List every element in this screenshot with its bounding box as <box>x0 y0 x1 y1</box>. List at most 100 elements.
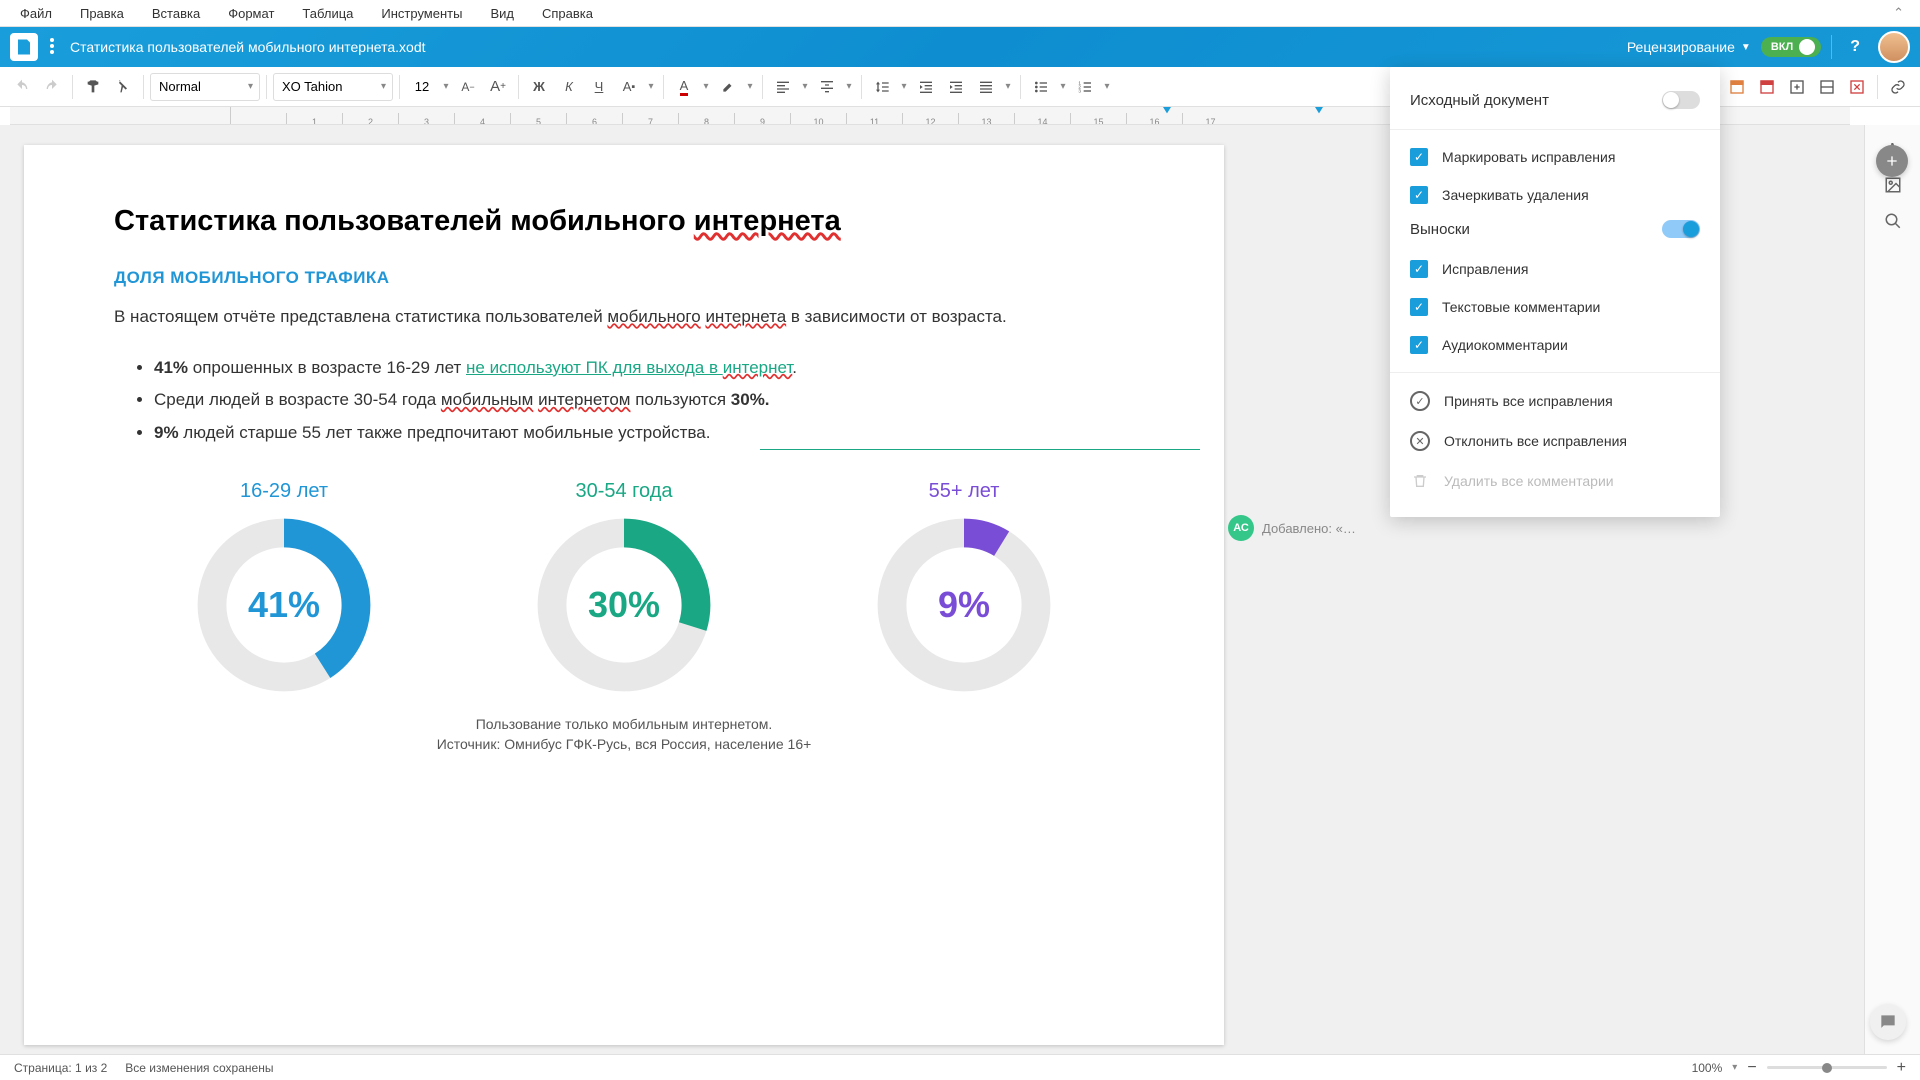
link-button[interactable] <box>1884 73 1912 101</box>
numbered-list-button[interactable]: 123 <box>1071 73 1099 101</box>
delete-table-button[interactable] <box>1843 73 1871 101</box>
indent-decrease-button[interactable] <box>912 73 940 101</box>
menu-file[interactable]: Файл <box>6 0 66 27</box>
expand-icon[interactable]: ⌃ <box>1883 5 1914 21</box>
review-label: Рецензирование <box>1627 39 1735 55</box>
zoom-in-button[interactable]: + <box>1897 1059 1906 1077</box>
underline-button[interactable]: Ч <box>585 73 613 101</box>
insert-cell-button[interactable] <box>1783 73 1811 101</box>
zoom-dropdown[interactable]: ▾ <box>1732 1062 1737 1073</box>
more-text-button[interactable]: A▪ <box>615 73 643 101</box>
list-item: 9% людей старше 55 лет также предпочитаю… <box>154 419 1134 448</box>
bullet-list-dropdown[interactable]: ▾ <box>1057 73 1069 101</box>
menu-view[interactable]: Вид <box>476 0 528 27</box>
fixes-option[interactable]: ✓ Исправления <box>1390 250 1720 288</box>
highlight-dropdown[interactable]: ▾ <box>744 73 756 101</box>
font-color-button[interactable]: A <box>670 73 698 101</box>
indent-marker-left[interactable] <box>1162 107 1172 115</box>
chat-fab[interactable] <box>1870 1004 1906 1040</box>
check-circle-icon: ✓ <box>1410 391 1430 411</box>
font-size-input[interactable]: 12 <box>406 79 438 94</box>
numbered-list-dropdown[interactable]: ▾ <box>1101 73 1113 101</box>
line-spacing-dropdown[interactable]: ▾ <box>898 73 910 101</box>
table-style2-button[interactable] <box>1753 73 1781 101</box>
more-text-dropdown[interactable]: ▾ <box>645 73 657 101</box>
original-doc-toggle[interactable] <box>1662 91 1700 109</box>
comment-callout[interactable]: АС Добавлено: «… <box>1228 515 1356 541</box>
paragraph-dropdown[interactable]: ▾ <box>1002 73 1014 101</box>
menu-table[interactable]: Таблица <box>288 0 367 27</box>
chart-label: 30-54 года <box>504 480 744 503</box>
font-color-dropdown[interactable]: ▾ <box>700 73 712 101</box>
callouts-toggle[interactable] <box>1662 220 1700 238</box>
font-size-dropdown[interactable]: ▾ <box>440 73 452 101</box>
review-toggle[interactable]: ВКЛ <box>1761 37 1821 57</box>
chart-label: 16-29 лет <box>164 480 404 503</box>
paragraph: В настоящем отчёте представлена статисти… <box>114 304 1134 330</box>
separator <box>861 75 862 99</box>
review-dropdown-button[interactable]: Рецензирование ▼ <box>1627 39 1751 55</box>
menubar: Файл Правка Вставка Формат Таблица Инстр… <box>0 0 1920 27</box>
strike-deletes-option[interactable]: ✓ Зачеркивать удаления <box>1390 176 1720 214</box>
audio-comments-option[interactable]: ✓ Аудиокомментарии <box>1390 326 1720 364</box>
reject-all-button[interactable]: ✕ Отклонить все исправления <box>1390 421 1720 461</box>
bold-button[interactable]: Ж <box>525 73 553 101</box>
chart-label: 55+ лет <box>844 480 1084 503</box>
font-family-select[interactable]: XO Tahion <box>273 73 393 101</box>
vertical-align-dropdown[interactable]: ▾ <box>843 73 855 101</box>
merge-cells-button[interactable] <box>1813 73 1841 101</box>
decrease-font-button[interactable]: A− <box>454 73 482 101</box>
paragraph-settings-button[interactable] <box>972 73 1000 101</box>
zoom-value[interactable]: 100% <box>1692 1061 1723 1075</box>
search-button[interactable] <box>1877 205 1909 237</box>
document-page[interactable]: Статистика пользователей мобильного инте… <box>24 145 1224 1045</box>
help-icon[interactable]: ? <box>1842 34 1868 60</box>
user-avatar[interactable] <box>1878 31 1910 63</box>
redo-button[interactable] <box>38 73 66 101</box>
copy-format-button[interactable] <box>79 73 107 101</box>
chart-value: 9% <box>938 584 990 626</box>
tracked-insert: не используют ПК для выхода в <box>466 358 723 377</box>
increase-font-button[interactable]: A+ <box>484 73 512 101</box>
separator <box>72 75 73 99</box>
line-spacing-button[interactable] <box>868 73 896 101</box>
menu-edit[interactable]: Правка <box>66 0 138 27</box>
bullet-list-button[interactable] <box>1027 73 1055 101</box>
zoom-out-button[interactable]: − <box>1747 1059 1756 1077</box>
zoom-slider[interactable] <box>1767 1066 1887 1069</box>
document-title: Статистика пользователей мобильного инте… <box>114 205 1134 238</box>
trash-icon <box>1410 471 1430 491</box>
undo-button[interactable] <box>8 73 36 101</box>
charts-row: 16-29 лет 41% 30-54 года <box>114 480 1134 695</box>
separator <box>143 75 144 99</box>
checkbox-icon: ✓ <box>1410 336 1428 354</box>
add-comment-fab[interactable] <box>1876 145 1908 177</box>
menu-format[interactable]: Формат <box>214 0 288 27</box>
titlebar: Статистика пользователей мобильного инте… <box>0 27 1920 67</box>
table-style1-button[interactable] <box>1723 73 1751 101</box>
donut-chart-2: 30-54 года 30% <box>504 480 744 695</box>
page-indicator: Страница: 1 из 2 <box>14 1061 107 1075</box>
track-change-connector <box>760 449 1200 450</box>
clear-format-button[interactable] <box>109 73 137 101</box>
vertical-align-button[interactable] <box>813 73 841 101</box>
indent-marker-right[interactable] <box>1314 107 1324 115</box>
separator <box>518 75 519 99</box>
separator <box>1020 75 1021 99</box>
more-vertical-icon[interactable] <box>46 34 58 61</box>
mark-fixes-option[interactable]: ✓ Маркировать исправления <box>1390 138 1720 176</box>
menu-help[interactable]: Справка <box>528 0 607 27</box>
accept-all-button[interactable]: ✓ Принять все исправления <box>1390 381 1720 421</box>
indent-increase-button[interactable] <box>942 73 970 101</box>
menu-tools[interactable]: Инструменты <box>367 0 476 27</box>
checkbox-icon: ✓ <box>1410 298 1428 316</box>
review-dropdown-panel: Исходный документ ✓ Маркировать исправле… <box>1390 67 1720 517</box>
toggle-knob <box>1799 39 1815 55</box>
align-button[interactable] <box>769 73 797 101</box>
align-dropdown[interactable]: ▾ <box>799 73 811 101</box>
text-comments-option[interactable]: ✓ Текстовые комментарии <box>1390 288 1720 326</box>
italic-button[interactable]: К <box>555 73 583 101</box>
menu-insert[interactable]: Вставка <box>138 0 214 27</box>
highlight-button[interactable] <box>714 73 742 101</box>
paragraph-style-select[interactable]: Normal <box>150 73 260 101</box>
